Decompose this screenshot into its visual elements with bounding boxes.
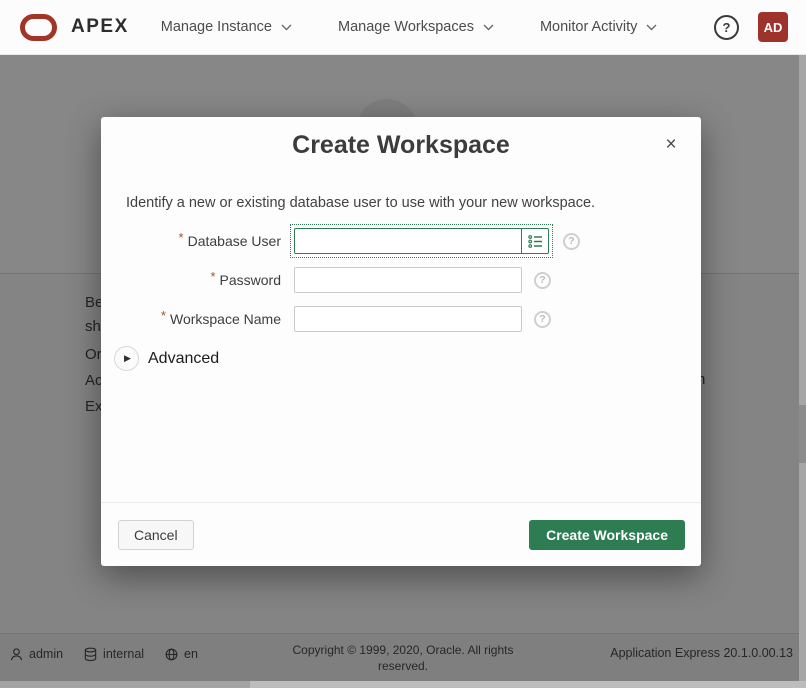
- create-workspace-button[interactable]: Create Workspace: [529, 520, 685, 550]
- chevron-down-icon: [483, 24, 494, 31]
- menu-manage-instance-label: Manage Instance: [161, 19, 272, 35]
- menu-manage-workspaces[interactable]: Manage Workspaces: [338, 19, 494, 35]
- form-row-workspace-name: *Workspace Name ?: [101, 306, 701, 332]
- database-user-help-icon[interactable]: ?: [563, 233, 580, 250]
- apex-admin-screen: APEX Manage Instance Manage Workspaces M…: [0, 0, 806, 688]
- required-marker: *: [210, 269, 215, 284]
- header-right: ? AD: [714, 12, 806, 42]
- dialog-footer: Cancel Create Workspace: [101, 502, 701, 566]
- database-user-label: *Database User: [101, 233, 281, 249]
- cancel-button[interactable]: Cancel: [118, 520, 194, 550]
- workspace-name-help-icon[interactable]: ?: [534, 311, 551, 328]
- list-picker-icon: [528, 235, 543, 248]
- required-marker: *: [161, 308, 166, 323]
- required-marker: *: [179, 230, 184, 245]
- help-icon[interactable]: ?: [714, 15, 739, 40]
- database-user-input[interactable]: [294, 228, 522, 254]
- password-field-cell: ?: [294, 267, 551, 293]
- database-user-field-cell: ?: [294, 228, 580, 254]
- close-icon[interactable]: ×: [661, 135, 681, 155]
- brand-text: APEX: [71, 16, 129, 38]
- password-help-icon[interactable]: ?: [534, 272, 551, 289]
- password-label: *Password: [101, 272, 281, 288]
- workspace-name-field-cell: ?: [294, 306, 551, 332]
- advanced-expand-icon[interactable]: ▶: [114, 346, 139, 371]
- create-workspace-form: *Database User ? *Password: [101, 228, 701, 371]
- database-user-combo: [294, 228, 549, 254]
- chevron-down-icon: [646, 24, 657, 31]
- avatar[interactable]: AD: [758, 12, 788, 42]
- lov-picker-button[interactable]: [521, 228, 549, 254]
- main-nav: Manage Instance Manage Workspaces Monito…: [161, 19, 658, 35]
- dialog-description: Identify a new or existing database user…: [126, 195, 676, 211]
- workspace-name-input[interactable]: [294, 306, 522, 332]
- dialog-title: Create Workspace: [161, 131, 641, 159]
- vertical-scrollbar[interactable]: [799, 55, 806, 681]
- horizontal-scrollbar[interactable]: [0, 681, 806, 688]
- horizontal-scrollbar-thumb[interactable]: [0, 681, 250, 688]
- advanced-label: Advanced: [148, 350, 219, 368]
- password-input[interactable]: [294, 267, 522, 293]
- advanced-section: ▶ Advanced: [114, 346, 701, 371]
- workspace-name-label: *Workspace Name: [101, 311, 281, 327]
- form-row-password: *Password ?: [101, 267, 701, 293]
- create-workspace-dialog: × Create Workspace Identify a new or exi…: [101, 117, 701, 566]
- menu-monitor-activity[interactable]: Monitor Activity: [540, 19, 658, 35]
- menu-manage-workspaces-label: Manage Workspaces: [338, 19, 474, 35]
- vertical-scrollbar-thumb[interactable]: [799, 405, 806, 463]
- chevron-down-icon: [281, 24, 292, 31]
- oracle-logo-icon: [20, 14, 57, 41]
- form-row-database-user: *Database User ?: [101, 228, 701, 254]
- menu-manage-instance[interactable]: Manage Instance: [161, 19, 292, 35]
- menu-monitor-activity-label: Monitor Activity: [540, 19, 638, 35]
- app-header: APEX Manage Instance Manage Workspaces M…: [0, 0, 806, 55]
